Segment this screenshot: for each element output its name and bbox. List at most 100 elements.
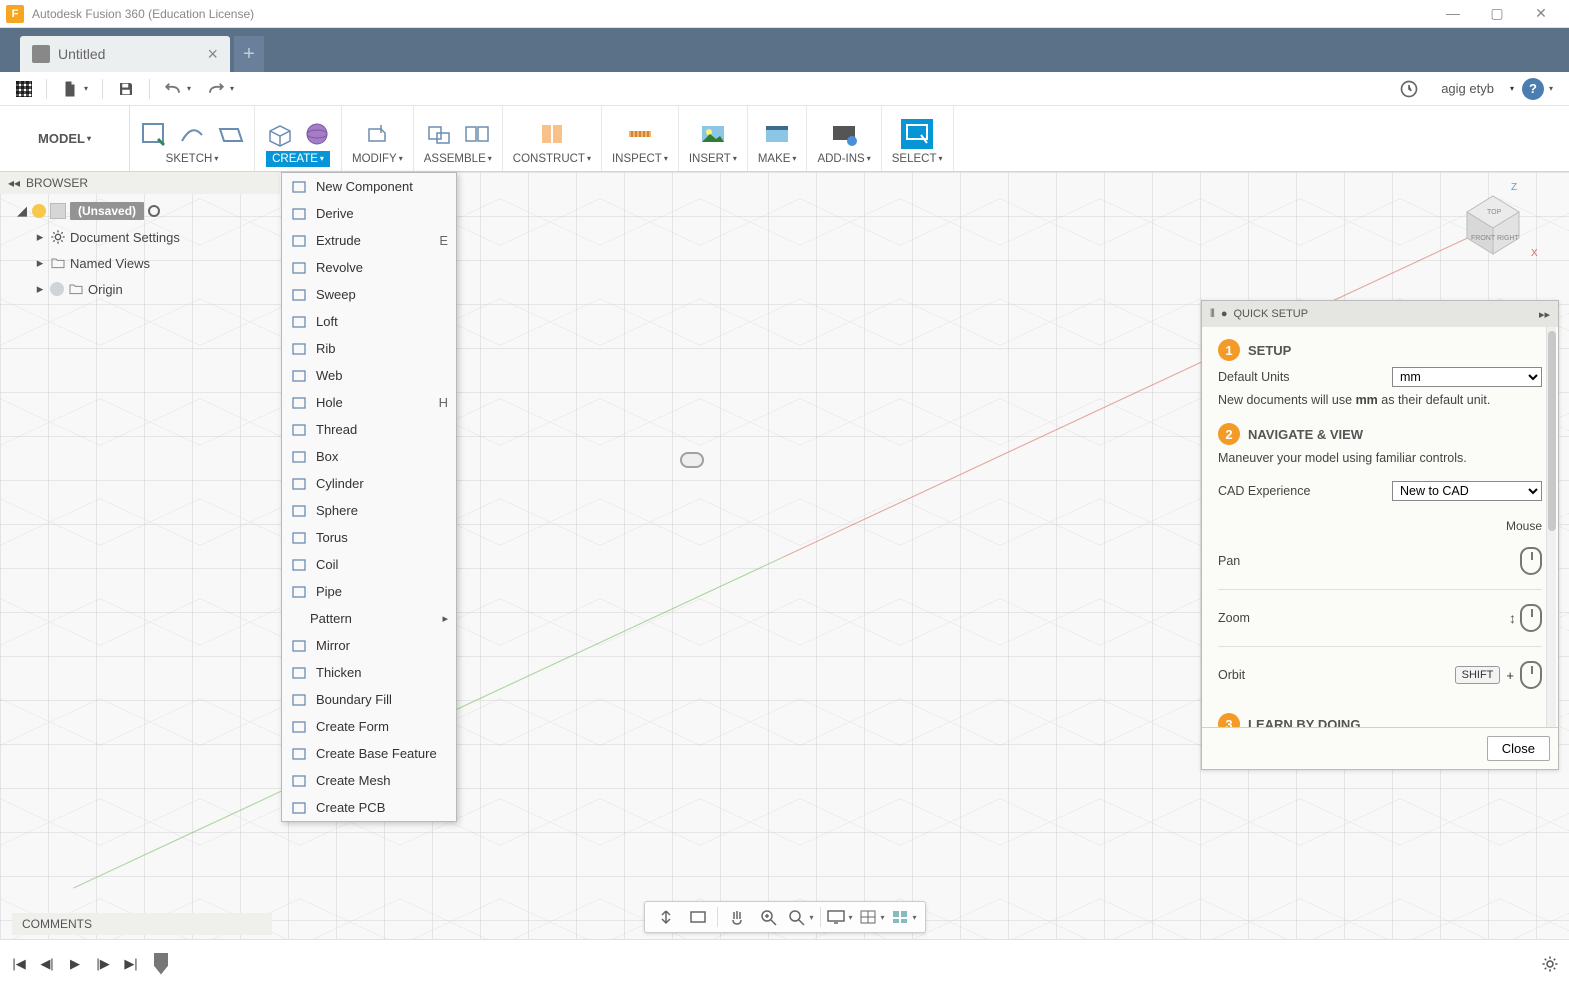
print-3d-icon[interactable] (761, 119, 793, 149)
tree-item-origin[interactable]: ▸ Origin (0, 276, 280, 302)
collapse-icon[interactable]: ◂◂ (8, 176, 20, 190)
timeline-step-back[interactable]: ◀| (36, 953, 58, 975)
feature-icon (290, 394, 308, 412)
menu-item-hole[interactable]: HoleH (282, 389, 456, 416)
ribbon-group-make[interactable]: MAKE▾ (748, 106, 808, 171)
document-tab-close[interactable]: × (207, 44, 218, 65)
save-button[interactable] (109, 76, 143, 102)
window-minimize[interactable]: — (1431, 5, 1475, 22)
menu-item-create-pcb[interactable]: Create PCB (282, 794, 456, 821)
menu-item-coil[interactable]: Coil (282, 551, 456, 578)
timeline-start[interactable]: |◀ (8, 953, 30, 975)
workspace-selector[interactable]: MODEL▾ (0, 106, 130, 171)
menu-item-create-mesh[interactable]: Create Mesh (282, 767, 456, 794)
step1-heading: 1SETUP (1218, 339, 1542, 361)
close-button[interactable]: Close (1487, 736, 1550, 761)
ribbon-group-inspect[interactable]: INSPECT▾ (602, 106, 679, 171)
menu-item-cylinder[interactable]: Cylinder (282, 470, 456, 497)
menu-item-create-form[interactable]: Create Form (282, 713, 456, 740)
ribbon-group-construct[interactable]: CONSTRUCT▾ (503, 106, 602, 171)
ribbon-group-insert[interactable]: INSERT▾ (679, 106, 748, 171)
help-button[interactable]: ?▾ (1514, 74, 1561, 104)
window-maximize[interactable]: ▢ (1475, 5, 1519, 22)
insert-decal-icon[interactable] (697, 119, 729, 149)
ribbon-group-select[interactable]: SELECT▾ (882, 106, 954, 171)
menu-item-thicken[interactable]: Thicken (282, 659, 456, 686)
scripts-icon[interactable] (828, 119, 860, 149)
new-document-tab[interactable]: + (234, 36, 264, 72)
redo-button[interactable]: ▾ (199, 78, 242, 100)
ribbon-group-modify[interactable]: MODIFY▾ (342, 106, 414, 171)
joint-icon[interactable] (461, 119, 493, 149)
ribbon-group-create[interactable]: CREATE▾ (255, 106, 342, 171)
panel-collapse-icon[interactable]: ● (1221, 308, 1228, 320)
create-sketch-icon[interactable] (138, 119, 170, 149)
grid-settings[interactable]: ▾ (857, 905, 887, 929)
cad-experience-select[interactable]: New to CAD (1392, 481, 1542, 501)
look-at-tool[interactable] (683, 905, 713, 929)
data-panel-button[interactable] (8, 77, 40, 101)
orbit-tool[interactable] (651, 905, 681, 929)
menu-item-create-base-feature[interactable]: Create Base Feature (282, 740, 456, 767)
browser-header[interactable]: ◂◂ BROWSER (0, 172, 280, 194)
zoom-tool[interactable] (754, 905, 784, 929)
ribbon-group-sketch[interactable]: SKETCH▾ (130, 106, 255, 171)
measure-icon[interactable] (624, 119, 656, 149)
timeline-play[interactable]: ▶ (64, 953, 86, 975)
menu-item-extrude[interactable]: ExtrudeE (282, 227, 456, 254)
activate-radio-icon[interactable] (148, 205, 160, 217)
box-primitive-icon[interactable] (263, 119, 295, 149)
menu-item-revolve[interactable]: Revolve (282, 254, 456, 281)
view-cube[interactable]: Z X TOP FRONT RIGHT (1449, 178, 1529, 258)
menu-item-pipe[interactable]: Pipe (282, 578, 456, 605)
timeline-end[interactable]: ▶| (120, 953, 142, 975)
default-units-select[interactable]: mm (1392, 367, 1542, 387)
document-tab[interactable]: Untitled × (20, 36, 230, 72)
tree-item-document-settings[interactable]: ▸ Document Settings (0, 224, 280, 250)
job-status-button[interactable] (1391, 75, 1427, 103)
menu-item-box[interactable]: Box (282, 443, 456, 470)
zoom-label: Zoom (1218, 611, 1250, 625)
rectangle-tool-icon[interactable] (214, 119, 246, 149)
menu-item-sphere[interactable]: Sphere (282, 497, 456, 524)
timeline-step-forward[interactable]: |▶ (92, 953, 114, 975)
select-tool-icon[interactable] (901, 119, 933, 149)
timeline-settings[interactable] (1539, 953, 1561, 975)
viewport-layouts[interactable]: ▾ (889, 905, 919, 929)
origin-marker[interactable] (680, 452, 704, 468)
menu-item-loft[interactable]: Loft (282, 308, 456, 335)
menu-item-derive[interactable]: Derive (282, 200, 456, 227)
construct-plane-icon[interactable] (536, 119, 568, 149)
line-tool-icon[interactable] (176, 119, 208, 149)
menu-item-sweep[interactable]: Sweep (282, 281, 456, 308)
menu-item-rib[interactable]: Rib (282, 335, 456, 362)
menu-item-torus[interactable]: Torus (282, 524, 456, 551)
ribbon-group-addins[interactable]: ADD-INS▾ (807, 106, 881, 171)
visibility-bulb-icon[interactable] (32, 204, 46, 218)
file-menu-button[interactable]: ▾ (53, 76, 96, 102)
menu-item-thread[interactable]: Thread (282, 416, 456, 443)
window-close[interactable]: ✕ (1519, 5, 1563, 22)
display-settings[interactable]: ▾ (825, 905, 855, 929)
undo-button[interactable]: ▾ (156, 78, 199, 100)
menu-item-mirror[interactable]: Mirror (282, 632, 456, 659)
pan-tool[interactable] (722, 905, 752, 929)
menu-item-label: Box (316, 449, 338, 464)
timeline-marker[interactable] (154, 953, 168, 975)
panel-scrollbar[interactable] (1546, 327, 1556, 727)
menu-item-new-component[interactable]: New Component (282, 173, 456, 200)
menu-item-boundary-fill[interactable]: Boundary Fill (282, 686, 456, 713)
ribbon-group-assemble[interactable]: ASSEMBLE▾ (414, 106, 503, 171)
user-menu[interactable]: agig etyb (1427, 81, 1508, 96)
new-component-icon[interactable] (423, 119, 455, 149)
panel-expand-icon[interactable]: ▸▸ (1539, 308, 1550, 321)
panel-grip-icon[interactable]: ⦀ (1210, 308, 1215, 321)
zoom-window-tool[interactable]: ▾ (786, 905, 816, 929)
tree-root[interactable]: ◢ (Unsaved) (0, 198, 280, 224)
menu-item-pattern[interactable]: Pattern (282, 605, 456, 632)
press-pull-icon[interactable] (361, 119, 393, 149)
menu-item-web[interactable]: Web (282, 362, 456, 389)
tree-item-named-views[interactable]: ▸ Named Views (0, 250, 280, 276)
sphere-primitive-icon[interactable] (301, 119, 333, 149)
visibility-bulb-icon[interactable] (50, 282, 64, 296)
